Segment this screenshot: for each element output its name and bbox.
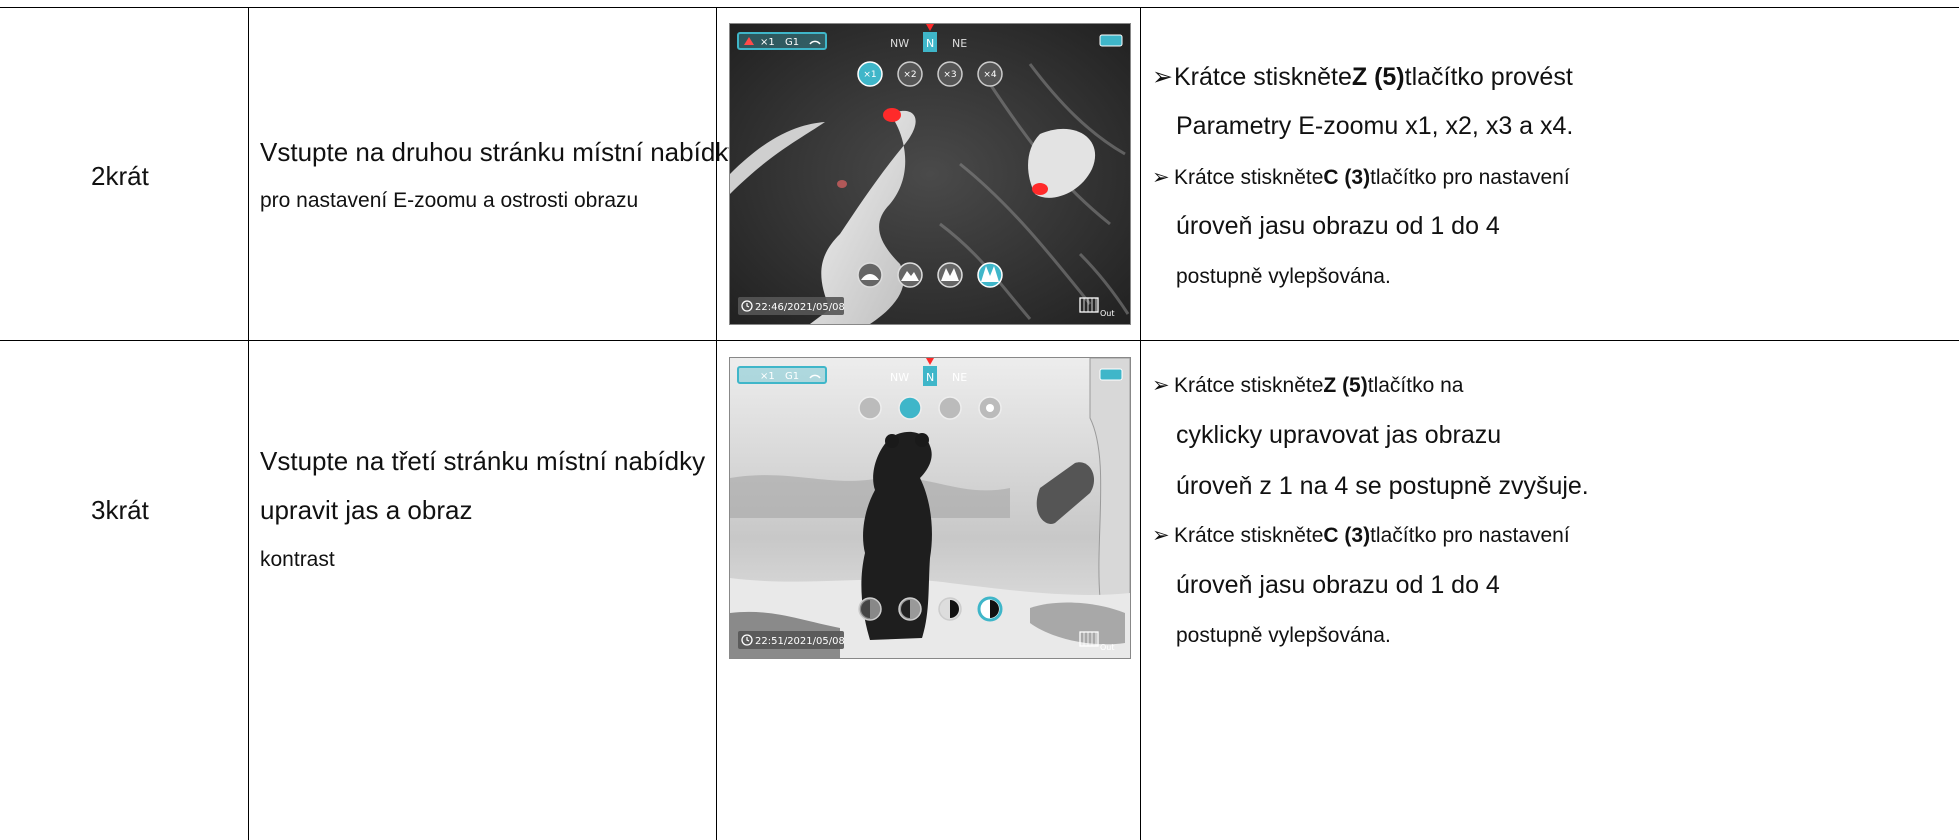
table-col-divider-2	[716, 7, 717, 840]
bullet-arrow-icon: ➢	[1152, 524, 1170, 547]
compass-n: N	[926, 37, 934, 50]
instruction-1: ➢ Krátce stiskněteZ (5)tlačítko na	[1152, 374, 1464, 397]
description-main: Vstupte na druhou stránku místní nabídky	[260, 137, 742, 167]
zoom-status: ×1	[760, 37, 775, 48]
palette-status: G1	[785, 37, 799, 48]
timestamp: 22:51/2021/05/08	[755, 636, 845, 647]
description-sub: pro nastavení E-zoomu a ostrosti obrazu	[260, 189, 639, 212]
press-count-label: 2krát	[91, 161, 149, 191]
timestamp: 22:46/2021/05/08	[755, 302, 845, 313]
svg-text:Out: Out	[1100, 309, 1115, 318]
zoom-status: ×1	[760, 371, 775, 382]
svg-text:×1: ×1	[863, 70, 876, 80]
svg-text:×3: ×3	[943, 70, 956, 80]
table-row-divider	[0, 340, 1959, 341]
svg-text:×4: ×4	[983, 70, 997, 80]
compass-nw: NW	[890, 371, 909, 384]
description-line2: upravit jas a obraz	[260, 495, 473, 525]
compass-ne: NE	[952, 37, 967, 50]
compass-ne: NE	[952, 371, 967, 384]
press-count-label: 3krát	[91, 495, 149, 525]
instruction-1-end: úroveň z 1 na 4 se postupně zvyšuje.	[1176, 472, 1589, 500]
device-screenshot-brightness: ×1 G1 NW N NE 22:51/2021/05/08 Out	[729, 357, 1131, 659]
instruction-2-cont: úroveň jasu obrazu od 1 do 4	[1176, 212, 1500, 240]
instruction-2-end: postupně vylepšována.	[1176, 265, 1391, 288]
bullet-arrow-icon: ➢	[1152, 166, 1170, 189]
battery-icon	[1099, 34, 1123, 47]
compass-n: N	[926, 371, 934, 384]
instruction-2: ➢ Krátce stiskněteC (3)tlačítko pro nasta…	[1152, 524, 1570, 547]
instruction-2-end: postupně vylepšována.	[1176, 624, 1391, 647]
palette-status: G1	[785, 371, 799, 382]
table-col-divider-1	[248, 7, 249, 840]
instruction-2: ➢ Krátce stiskněteC (3)tlačítko pro nasta…	[1152, 166, 1570, 189]
compass-nw: NW	[890, 37, 909, 50]
instruction-1-cont: Parametry E-zoomu x1, x2, x3 a x4.	[1176, 112, 1574, 140]
instruction-1: ➢Krátce stiskněteZ (5)tlačítko provést	[1152, 63, 1573, 91]
battery-icon	[1099, 368, 1123, 381]
instruction-1-cont: cyklicky upravovat jas obrazu	[1176, 421, 1502, 449]
bullet-arrow-icon: ➢	[1152, 63, 1173, 91]
description-sub: kontrast	[260, 548, 335, 571]
table-border-top	[0, 7, 1959, 8]
description-main: Vstupte na třetí stránku místní nabídky	[260, 446, 706, 476]
table-col-divider-3	[1140, 7, 1141, 840]
bullet-arrow-icon: ➢	[1152, 374, 1170, 397]
instruction-2-cont: úroveň jasu obrazu od 1 do 4	[1176, 571, 1500, 599]
svg-text:Out: Out	[1100, 643, 1115, 652]
device-screenshot-zoom: ×1 G1 NW N NE ×1 ×2 ×3 ×4 22:46/2021/05/…	[729, 23, 1131, 325]
svg-text:×2: ×2	[903, 70, 916, 80]
